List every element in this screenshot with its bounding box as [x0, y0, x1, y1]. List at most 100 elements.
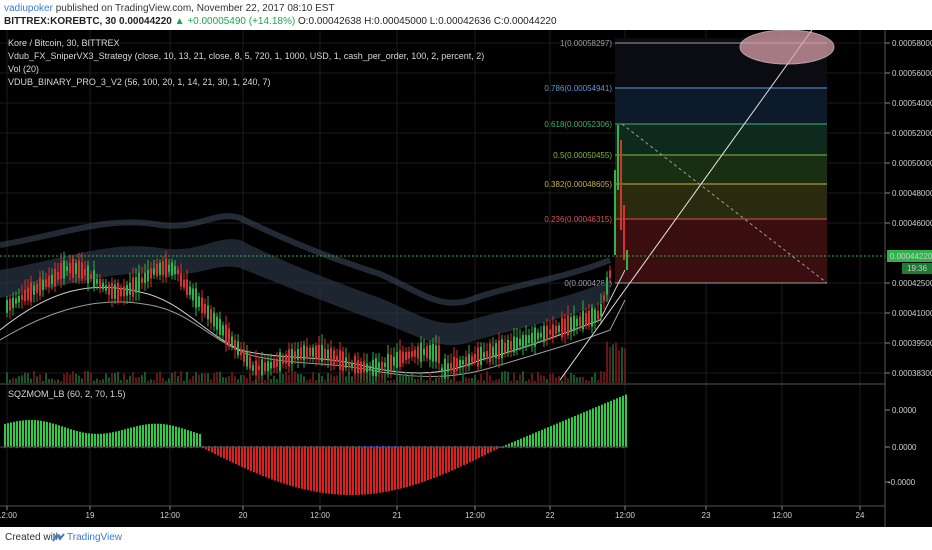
osc-bar	[241, 447, 243, 467]
target-ellipse[interactable]	[739, 29, 835, 65]
osc-bar	[367, 447, 369, 495]
chart-canvas[interactable]: 1(0.00058297) 0.786(0.00054941) 0.618(0.…	[0, 29, 932, 527]
volume-bar	[447, 379, 449, 383]
candle-body	[117, 282, 119, 302]
time-tick: 22	[546, 511, 555, 520]
volume-bar	[471, 378, 473, 383]
indicator-sniper[interactable]: Vdub_FX_SniperVX3_Strategy (close, 10, 1…	[8, 51, 484, 61]
candle-body	[24, 290, 26, 302]
candle-body	[135, 277, 137, 293]
squeeze-dot	[363, 445, 367, 449]
osc-bar	[37, 420, 39, 447]
candle-body	[393, 356, 395, 366]
candle-body	[537, 332, 539, 340]
volume-bar	[72, 371, 74, 383]
volume-bar	[306, 380, 308, 383]
indicator-sqzmom[interactable]: SQZMOM_LB (60, 2, 70, 1.5)	[8, 389, 126, 399]
volume-bar	[528, 379, 530, 383]
candle-body	[501, 339, 503, 359]
candle-body	[312, 347, 314, 357]
candle-body	[519, 338, 521, 346]
squeeze-dot	[405, 445, 409, 449]
candle-body	[132, 277, 134, 297]
candle-body	[72, 258, 74, 278]
osc-bar	[142, 424, 144, 447]
volume-bar	[531, 373, 533, 383]
chart-area[interactable]: 1(0.00058297) 0.786(0.00054941) 0.618(0.…	[0, 29, 932, 527]
candle-body	[561, 317, 563, 338]
squeeze-dot	[435, 445, 439, 449]
time-axis[interactable]: 12:00 19 12:00 20 12:00 21 12:00 22 12:00 23 12:00…	[0, 506, 865, 520]
volume-bar	[90, 372, 92, 383]
indicator-volume[interactable]: Vol (20)	[8, 64, 39, 74]
osc-bar	[310, 447, 312, 491]
volume-bar	[54, 380, 56, 383]
osc-tick-bottom: -0.0000	[888, 478, 916, 487]
volume-bar	[9, 379, 11, 383]
volume-bar	[372, 380, 374, 383]
volume-bar	[237, 379, 239, 383]
volume-bar	[180, 371, 182, 383]
candle-body	[246, 351, 248, 367]
author-link[interactable]: vadiupoker	[4, 3, 53, 14]
osc-bar	[433, 447, 435, 478]
volume-bar	[198, 374, 200, 383]
volume-bar	[222, 376, 224, 383]
candle-body	[48, 275, 50, 287]
tradingview-link[interactable]: TradingView	[67, 532, 122, 543]
volume-bar	[510, 380, 512, 383]
candle-body	[617, 125, 619, 190]
osc-bar	[232, 447, 234, 463]
volume-bar	[594, 372, 596, 383]
osc-bar	[562, 420, 564, 447]
time-tick: 20	[239, 511, 248, 520]
candle-body	[6, 299, 8, 313]
squeeze-dot	[69, 445, 73, 449]
time-tick: 12:00	[0, 511, 18, 520]
candle-body	[291, 349, 293, 364]
footer: Created with TradingView	[0, 527, 932, 550]
candle-body	[435, 345, 437, 362]
candle-body	[525, 335, 527, 346]
osc-bar	[607, 402, 609, 447]
osc-bar	[427, 447, 429, 481]
squeeze-dot	[531, 445, 535, 449]
osc-bar	[313, 447, 315, 492]
osc-bar	[166, 424, 168, 447]
volume-bar	[60, 380, 62, 383]
candle-body	[507, 339, 509, 354]
candle-body	[192, 288, 194, 301]
volume-bar	[114, 372, 116, 383]
candle-body	[177, 269, 179, 274]
volume-bar	[186, 371, 188, 383]
volume-bar	[435, 377, 437, 383]
volume-bar	[102, 379, 104, 383]
osc-bar	[466, 447, 468, 464]
osc-bar	[148, 424, 150, 447]
osc-bar	[478, 447, 480, 458]
osc-bar	[70, 429, 72, 447]
price-tick: 0.00048000	[892, 189, 932, 198]
volume-bar	[363, 372, 365, 383]
volume-bar	[39, 374, 41, 383]
osc-bar	[88, 433, 90, 447]
volume-bar	[177, 376, 179, 383]
squeeze-dot	[357, 445, 361, 449]
volume-bar	[189, 379, 191, 383]
squeeze-dot	[273, 445, 277, 449]
candle-body	[93, 270, 95, 288]
volume-bar	[6, 372, 8, 383]
volume-bar	[129, 375, 131, 383]
volume-bar	[294, 371, 296, 383]
candle-body	[123, 286, 125, 297]
volume-bar	[75, 373, 77, 383]
osc-bar	[226, 447, 228, 460]
squeeze-dot	[105, 445, 109, 449]
osc-bar	[511, 442, 513, 447]
osc-bar	[301, 447, 303, 489]
candle-body	[369, 365, 371, 371]
indicator-binary-pro[interactable]: VDUB_BINARY_PRO_3_V2 (56, 100, 20, 1, 14…	[8, 77, 271, 87]
squeeze-dot	[213, 445, 217, 449]
candle-body	[609, 270, 611, 278]
volume-bar	[606, 341, 608, 383]
